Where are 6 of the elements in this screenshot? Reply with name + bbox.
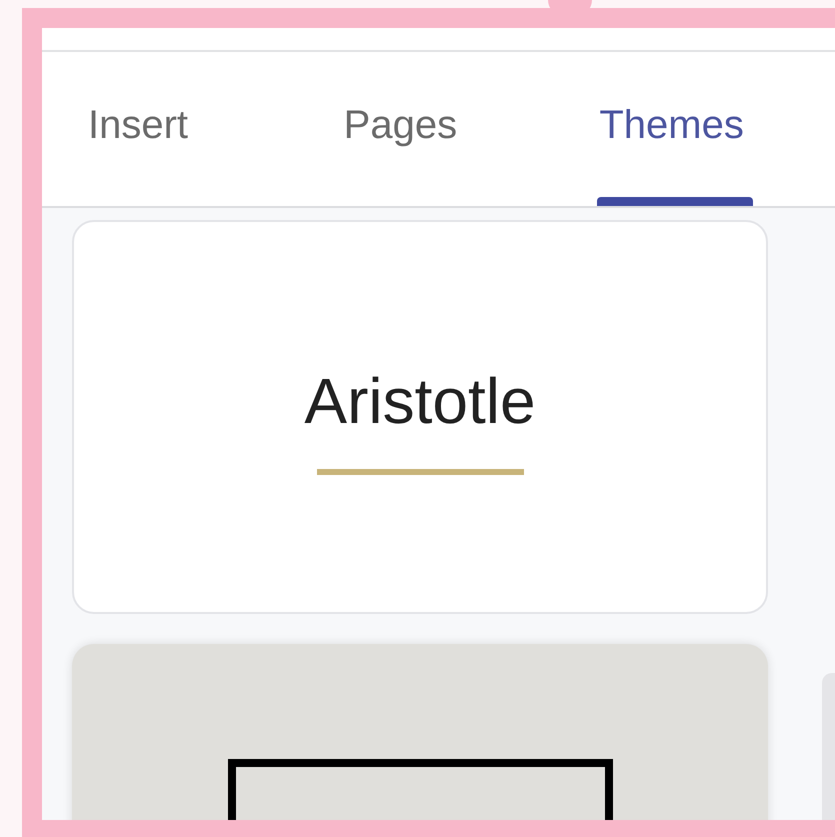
theme-name: Aristotle [304, 369, 536, 433]
tab[interactable]: Insert [68, 52, 324, 206]
theme-card[interactable] [72, 644, 768, 820]
theme-card[interactable]: Aristotle [72, 220, 768, 614]
tab[interactable]: Pages [324, 52, 580, 206]
tab[interactable]: Themes [579, 52, 835, 206]
